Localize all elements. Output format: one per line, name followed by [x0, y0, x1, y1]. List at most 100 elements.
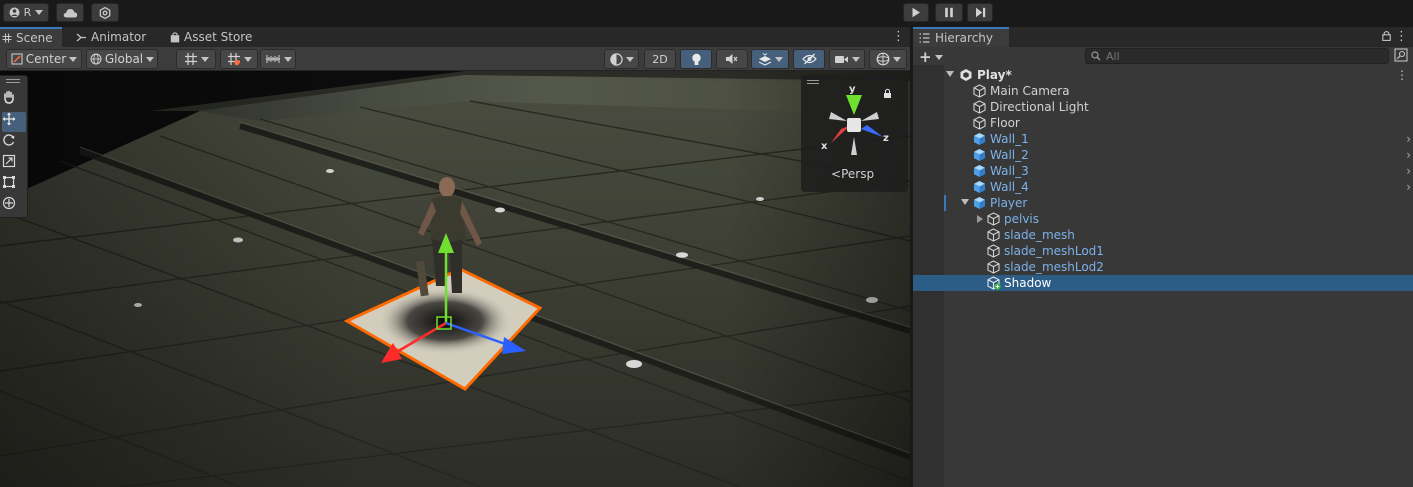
pause-button[interactable]	[935, 3, 963, 22]
draw-mode-dropdown[interactable]	[604, 49, 639, 69]
scene-grid-icon	[2, 33, 12, 43]
prefab-cube-icon	[974, 149, 985, 161]
hierarchy-item-label: slade_mesh	[1004, 228, 1075, 242]
hand-icon	[4, 90, 14, 104]
hierarchy-item-slade-mesh[interactable]: slade_mesh	[913, 227, 1413, 243]
foldout-expanded-icon[interactable]	[961, 199, 969, 205]
more-options-icon[interactable]: ⋮	[892, 29, 905, 44]
hierarchy-item-shadow[interactable]: Shadow	[913, 275, 1413, 291]
hierarchy-item-label: Shadow	[1004, 276, 1052, 290]
scene-viewport[interactable]: y x z <Persp	[0, 71, 910, 487]
hierarchy-item-slade-meshlod2[interactable]: slade_meshLod2	[913, 259, 1413, 275]
axis-gizmo-icon: y x z	[821, 84, 891, 155]
scene-view-toolbar: Center Global 2D	[0, 47, 910, 71]
chevron-down-icon	[200, 56, 209, 62]
hand-tool[interactable]	[2, 90, 26, 110]
hierarchy-toolbar: +	[913, 47, 1413, 66]
hierarchy-search[interactable]	[1085, 48, 1389, 64]
hierarchy-item-label: Directional Light	[990, 100, 1089, 114]
hierarchy-item-label: pelvis	[1004, 212, 1040, 226]
foldout-expanded-icon[interactable]	[946, 71, 954, 77]
chevron-down-icon	[146, 56, 155, 62]
foldout-collapsed-icon[interactable]	[977, 215, 983, 223]
lighting-toggle-button[interactable]	[680, 49, 712, 69]
hierarchy-tree: Play* ⋮ Main Camera Directional Light Fl…	[913, 65, 1413, 487]
hierarchy-item-slade-meshlod1[interactable]: slade_meshLod1	[913, 243, 1413, 259]
scene-name: Play*	[977, 68, 1012, 82]
tab-asset-store[interactable]: Asset Store	[168, 27, 258, 47]
hierarchy-item-label: Wall_4	[990, 180, 1029, 194]
tab-hierarchy[interactable]: Hierarchy	[913, 27, 1009, 47]
hierarchy-item-label: Main Camera	[990, 84, 1070, 98]
increment-snap-dropdown[interactable]	[260, 49, 296, 69]
cloud-icon	[63, 8, 77, 17]
pivot-mode-dropdown[interactable]: Center	[6, 49, 82, 69]
search-input[interactable]	[1106, 49, 1376, 63]
grid-visibility-dropdown[interactable]	[176, 49, 216, 69]
hierarchy-item-player[interactable]: Player	[913, 195, 1413, 211]
tab-scene[interactable]: Scene	[0, 27, 62, 47]
list-icon	[919, 33, 930, 43]
transform-tool[interactable]	[2, 196, 26, 216]
speaker-muted-icon	[726, 54, 738, 64]
tab-scene-label: Scene	[16, 31, 53, 45]
effects-dropdown[interactable]	[751, 49, 789, 69]
hierarchy-item-wall-2[interactable]: Wall_2 ›	[913, 147, 1413, 163]
scene-root-row[interactable]: Play* ⋮	[913, 67, 1413, 83]
camera-settings-dropdown[interactable]	[829, 49, 865, 69]
lock-icon[interactable]	[1382, 30, 1391, 41]
hierarchy-item-floor[interactable]: Floor	[913, 115, 1413, 131]
hierarchy-item-directional-light[interactable]: Directional Light	[913, 99, 1413, 115]
transform-icon	[2, 196, 16, 210]
account-dropdown[interactable]: R	[3, 3, 49, 22]
shaded-sphere-icon	[609, 52, 623, 66]
chevron-right-icon[interactable]: ›	[1406, 163, 1411, 179]
gameobject-cube-icon	[987, 260, 1000, 274]
play-button[interactable]	[903, 3, 929, 22]
audio-toggle-button[interactable]	[716, 49, 748, 69]
gameobject-cube-icon	[973, 84, 986, 98]
chevron-down-icon	[892, 56, 901, 62]
hierarchy-item-label: slade_meshLod1	[1004, 244, 1104, 258]
drag-handle[interactable]	[6, 79, 20, 83]
scene-visibility-toggle[interactable]	[793, 49, 825, 69]
projection-toggle[interactable]: <Persp	[831, 167, 874, 181]
hierarchy-item-label: Wall_1	[990, 132, 1029, 146]
services-button[interactable]	[91, 3, 119, 22]
cloud-button[interactable]	[56, 3, 84, 22]
scale-tool[interactable]	[2, 154, 26, 174]
rect-tool[interactable]	[2, 175, 26, 195]
pivot-mode-label: Center	[25, 52, 67, 66]
hierarchy-item-label: Floor	[990, 116, 1020, 130]
more-options-icon[interactable]: ⋮	[1396, 67, 1408, 83]
tab-asset-store-label: Asset Store	[184, 30, 253, 44]
play-icon	[912, 7, 920, 18]
toggle-2d-button[interactable]: 2D	[644, 49, 676, 69]
tab-animator[interactable]: Animator	[74, 27, 160, 47]
orientation-gizmo[interactable]: y x z <Persp	[801, 75, 908, 192]
hierarchy-item-wall-1[interactable]: Wall_1 ›	[913, 131, 1413, 147]
chevron-right-icon[interactable]: ›	[1406, 179, 1411, 195]
grid-snapping-dropdown[interactable]	[220, 49, 258, 69]
create-dropdown[interactable]: +	[919, 48, 943, 66]
grid-snap-icon	[227, 53, 240, 66]
pivot-rotation-dropdown[interactable]: Global	[86, 49, 158, 69]
gizmos-dropdown[interactable]	[869, 49, 907, 69]
hierarchy-item-wall-3[interactable]: Wall_3 ›	[913, 163, 1413, 179]
chevron-down-icon	[852, 56, 860, 62]
svg-text:y: y	[849, 84, 856, 95]
hierarchy-item-main-camera[interactable]: Main Camera	[913, 83, 1413, 99]
scene-render	[0, 71, 910, 487]
step-button[interactable]	[967, 3, 993, 22]
more-options-icon[interactable]: ⋮	[1395, 29, 1408, 44]
move-tool[interactable]	[2, 112, 26, 132]
chevron-down-icon	[69, 56, 78, 62]
scene-visibility-search-icon[interactable]	[1394, 48, 1408, 62]
chevron-right-icon[interactable]: ›	[1406, 147, 1411, 163]
hierarchy-item-pelvis[interactable]: pelvis	[913, 211, 1413, 227]
hierarchy-item-wall-4[interactable]: Wall_4 ›	[913, 179, 1413, 195]
chevron-right-icon[interactable]: ›	[1406, 131, 1411, 147]
rotate-icon	[3, 134, 15, 146]
gameobject-cube-icon	[987, 228, 1000, 242]
rotate-tool[interactable]	[2, 133, 26, 153]
